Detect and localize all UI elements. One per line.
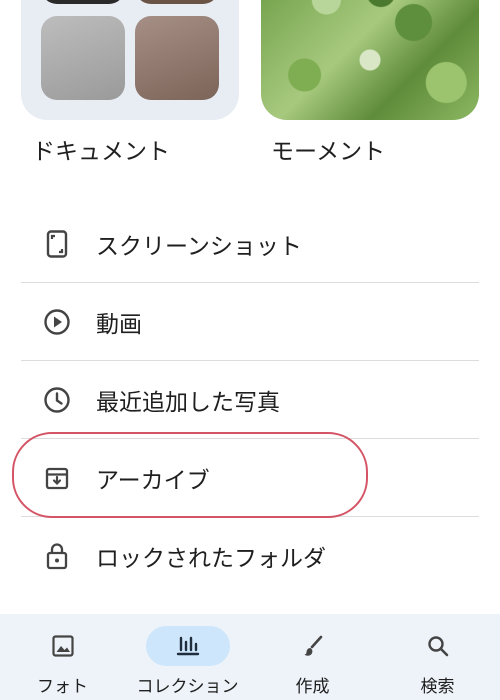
nav-tab-create[interactable]: 作成 [250, 614, 375, 700]
nav-label: 作成 [295, 677, 330, 697]
photo-icon [21, 626, 105, 666]
clock-icon [42, 385, 72, 415]
archive-icon [42, 463, 72, 493]
screenshot-icon [42, 229, 72, 259]
list-item-label: 最近追加した写真 [96, 389, 280, 416]
collections-icon [145, 626, 230, 666]
list-item-screenshots[interactable]: スクリーンショット [21, 205, 479, 283]
nav-label: コレクション [136, 677, 239, 697]
nav-tab-collections[interactable]: コレクション [125, 614, 250, 700]
album-thumbnail [135, 16, 219, 100]
nav-tab-search[interactable]: 検索 [375, 614, 500, 700]
list-item-label: 動画 [96, 311, 142, 338]
play-circle-icon [42, 307, 72, 337]
album-card-moments[interactable] [261, 0, 479, 120]
album-thumbnail [41, 16, 125, 100]
list-item-videos[interactable]: 動画 [21, 283, 479, 361]
nav-tab-photos[interactable]: フォト [0, 614, 125, 700]
album-thumbnail [41, 0, 125, 4]
list-item-recently-added[interactable]: 最近追加した写真 [21, 361, 479, 439]
album-label-documents: ドキュメント [32, 139, 170, 165]
collection-list: スクリーンショット 動画 最近追加した写真 アーカイブ ロックされたフォルダ [21, 205, 479, 594]
nav-label: フォト [37, 677, 88, 697]
brush-icon [271, 626, 355, 666]
search-icon [396, 626, 480, 666]
list-item-locked-folder[interactable]: ロックされたフォルダ [21, 517, 479, 594]
list-item-label: スクリーンショット [96, 233, 302, 260]
bottom-navigation: フォト コレクション 作成 検索 [0, 614, 500, 700]
album-thumbnail [135, 0, 219, 4]
album-label-moments: モーメント [271, 139, 386, 165]
nav-label: 検索 [420, 677, 455, 697]
list-item-archive[interactable]: アーカイブ [21, 439, 479, 517]
list-item-label: ロックされたフォルダ [96, 545, 326, 572]
list-item-label: アーカイブ [96, 467, 210, 494]
album-card-documents[interactable] [21, 0, 239, 120]
lock-icon [42, 541, 72, 571]
